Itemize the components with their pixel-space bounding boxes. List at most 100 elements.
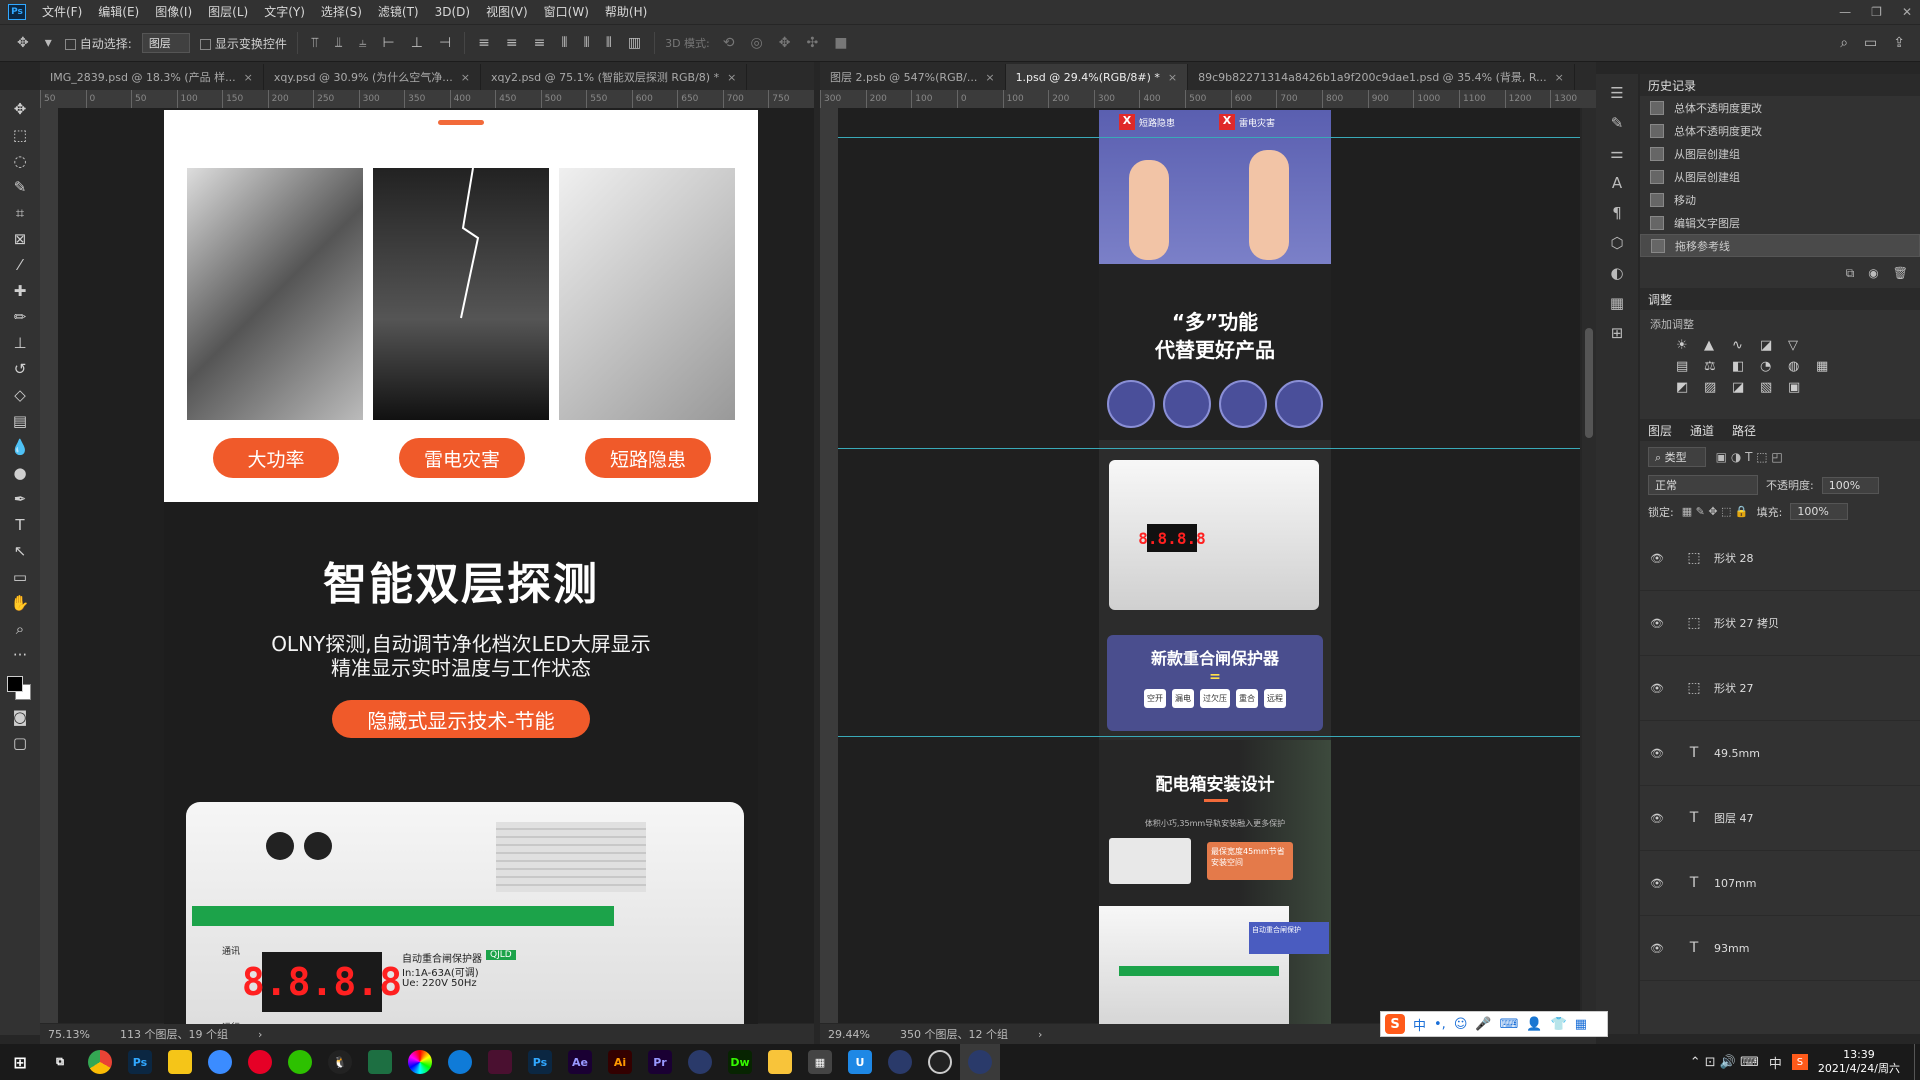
- menu-item[interactable]: 3D(D): [427, 0, 478, 24]
- distribute-hcenter-icon[interactable]: ⦀: [581, 35, 593, 51]
- menu-item[interactable]: 图层(L): [200, 0, 256, 24]
- healing-tool-icon[interactable]: ✚: [0, 278, 40, 304]
- minimize-icon[interactable]: —: [1839, 5, 1851, 19]
- bw-icon[interactable]: ◧: [1732, 359, 1754, 374]
- history-icon[interactable]: ☰: [1610, 84, 1623, 102]
- keyboard-icon[interactable]: ⌨: [1500, 1017, 1519, 1032]
- menu-item[interactable]: 文字(Y): [256, 0, 313, 24]
- history-item[interactable]: 拖移参考线: [1640, 234, 1920, 257]
- trash-icon[interactable]: 🗑: [1893, 266, 1908, 288]
- threshold-icon[interactable]: ◪: [1732, 380, 1754, 395]
- levels-icon[interactable]: ▲: [1704, 338, 1726, 353]
- history-item[interactable]: 编辑文字图层: [1640, 211, 1920, 234]
- photoshop-taskbar-icon-2[interactable]: Ps: [520, 1044, 560, 1080]
- menu-item[interactable]: 视图(V): [478, 0, 536, 24]
- pen-tool-icon[interactable]: ✒: [0, 486, 40, 512]
- visibility-eye-icon[interactable]: 👁: [1640, 682, 1674, 695]
- history-item[interactable]: 移动: [1640, 188, 1920, 211]
- illustrator-icon[interactable]: Ai: [600, 1044, 640, 1080]
- marquee-tool-icon[interactable]: ⬚: [0, 122, 40, 148]
- close-tab-icon[interactable]: ×: [244, 71, 253, 84]
- user-icon[interactable]: 👤: [1526, 1017, 1542, 1032]
- brightness-icon[interactable]: ☀: [1676, 338, 1698, 353]
- vibrance-icon[interactable]: ▽: [1788, 338, 1810, 353]
- ime-toolbar[interactable]: S 中 •, ☺ 🎤 ⌨ 👤 👕 ▦: [1380, 1011, 1608, 1037]
- channels-icon[interactable]: ◐: [1610, 264, 1623, 282]
- baidu-netdisk-icon[interactable]: [200, 1044, 240, 1080]
- color-picker-icon[interactable]: [400, 1044, 440, 1080]
- doc-info[interactable]: 113 个图层、19 个组: [120, 1026, 228, 1042]
- show-desktop-button[interactable]: [1914, 1044, 1920, 1080]
- visibility-eye-icon[interactable]: 👁: [1640, 877, 1674, 890]
- history-item[interactable]: 从图层创建组: [1640, 142, 1920, 165]
- hue-icon[interactable]: ▤: [1676, 359, 1698, 374]
- align-hcenter-icon[interactable]: ⊥: [408, 35, 426, 51]
- document-tab[interactable]: xqy2.psd @ 75.1% (智能双层探测 RGB/8) * ×: [481, 64, 748, 90]
- invert-icon[interactable]: ◩: [1676, 380, 1698, 395]
- close-tab-icon[interactable]: ×: [727, 71, 736, 84]
- balance-icon[interactable]: ⚖: [1704, 359, 1726, 374]
- align-bottom-icon[interactable]: ⫨: [356, 35, 370, 51]
- screen-mode-icon[interactable]: ▢: [0, 730, 40, 756]
- layer-row[interactable]: 👁 ⬚ 形状 27: [1640, 656, 1920, 721]
- brush-tool-icon[interactable]: ✏: [0, 304, 40, 330]
- search-icon[interactable]: ⌕: [1837, 35, 1851, 51]
- visibility-eye-icon[interactable]: 👁: [1640, 617, 1674, 630]
- curves-icon[interactable]: ∿: [1732, 338, 1754, 353]
- layer-row[interactable]: 👁 ⬚ 形状 28: [1640, 526, 1920, 591]
- task-view-icon[interactable]: ⧉: [40, 1044, 80, 1080]
- history-item[interactable]: 总体不透明度更改: [1640, 119, 1920, 142]
- paragraph-icon[interactable]: ¶: [1612, 204, 1622, 222]
- new-document-icon[interactable]: ⧉: [1846, 266, 1855, 288]
- visibility-eye-icon[interactable]: 👁: [1640, 552, 1674, 565]
- adjust-sliders-icon[interactable]: ⚌: [1610, 144, 1623, 162]
- mic-icon[interactable]: 🎤: [1475, 1017, 1491, 1032]
- adjust-tab[interactable]: 调整: [1648, 291, 1672, 308]
- properties-icon[interactable]: ⊞: [1611, 324, 1624, 342]
- layers-panel-tab[interactable]: 图层: [1648, 422, 1672, 439]
- stamp-tool-icon[interactable]: ⊥: [0, 330, 40, 356]
- menu-item[interactable]: 滤镜(T): [370, 0, 427, 24]
- distribute-right-icon[interactable]: ⦀: [603, 35, 615, 51]
- close-tab-icon[interactable]: ×: [985, 71, 994, 84]
- photoshop-taskbar-icon[interactable]: Ps: [120, 1044, 160, 1080]
- layer-row[interactable]: 👁 T 93mm: [1640, 916, 1920, 981]
- align-top-icon[interactable]: ⫪: [308, 35, 322, 51]
- close-icon[interactable]: ✕: [1902, 5, 1912, 19]
- grid-icon[interactable]: ▦: [1610, 294, 1624, 312]
- layers-panel-tab[interactable]: 通道: [1690, 422, 1714, 439]
- file-explorer-icon[interactable]: [760, 1044, 800, 1080]
- menu-item[interactable]: 文件(F): [34, 0, 90, 24]
- camera-icon[interactable]: ◉: [1868, 266, 1878, 288]
- photo-filter-icon[interactable]: ◔: [1760, 359, 1782, 374]
- character-icon[interactable]: A: [1612, 174, 1622, 192]
- store-icon[interactable]: U: [840, 1044, 880, 1080]
- capture-active-icon[interactable]: [960, 1044, 1000, 1080]
- restore-icon[interactable]: ❐: [1871, 5, 1882, 19]
- close-tab-icon[interactable]: ×: [1168, 71, 1177, 84]
- history-tab[interactable]: 历史记录: [1648, 77, 1696, 94]
- dreamweaver-icon[interactable]: Dw: [720, 1044, 760, 1080]
- align-vcenter-icon[interactable]: ⫫: [332, 35, 346, 51]
- capture-icon[interactable]: [680, 1044, 720, 1080]
- slide-3d-icon[interactable]: ✣: [803, 35, 821, 51]
- skin-icon[interactable]: 👕: [1551, 1017, 1567, 1032]
- notes-icon[interactable]: [160, 1044, 200, 1080]
- sogou-icon[interactable]: S: [1385, 1014, 1405, 1034]
- auto-align-icon[interactable]: ▥: [625, 35, 644, 51]
- mixer-icon[interactable]: ◍: [1788, 359, 1810, 374]
- foreground-color[interactable]: [7, 676, 23, 692]
- roll-3d-icon[interactable]: ◎: [748, 35, 766, 51]
- color-swatches[interactable]: [5, 674, 35, 704]
- vertical-scrollbar[interactable]: [1582, 108, 1596, 1023]
- history-brush-icon[interactable]: ↺: [0, 356, 40, 382]
- auto-select-checkbox[interactable]: 自动选择:: [64, 35, 132, 52]
- distribute-top-icon[interactable]: ≡: [475, 35, 493, 51]
- chevron-right-icon[interactable]: ›: [258, 1028, 262, 1041]
- hand-tool-icon[interactable]: ✋: [0, 590, 40, 616]
- obs-icon[interactable]: [920, 1044, 960, 1080]
- scroll-thumb[interactable]: [1585, 328, 1593, 438]
- doc-info[interactable]: 350 个图层、12 个组: [900, 1026, 1008, 1042]
- document-xqy2[interactable]: 大功率 雷电灾害 短路隐患 智能双层探测 OLNY探测,自动调节净化档次LED大…: [164, 110, 758, 1025]
- workspace-icon[interactable]: ▭: [1861, 35, 1880, 51]
